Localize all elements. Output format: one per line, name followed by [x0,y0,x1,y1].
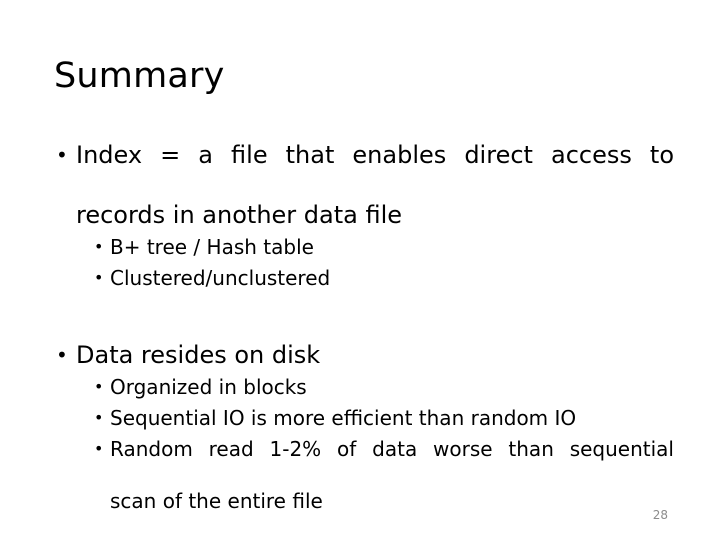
bullet-point-icon: • [94,408,104,427]
bullet-point-icon: • [94,268,104,287]
sub-list-data: • Organized in blocks • Sequential IO is… [54,374,674,514]
page-title: Summary [54,56,225,96]
bullet-level2-random-read-line-2: scan of the entire file [110,489,323,513]
bullet-level1-index-line-2: records in another data file [76,201,403,229]
bullet-point-icon: • [56,343,68,367]
bullet-point-icon: • [94,439,104,458]
bullet-level1-index-text: Index = a file that enables direct acces… [76,140,674,230]
bullet-level2-clustered-text: Clustered/unclustered [110,266,331,290]
slide-body: • Index = a file that enables direct acc… [54,140,674,519]
page-number: 28 [652,508,668,522]
bullet-point-icon: • [94,237,104,256]
bullet-level2-random-read-line-1: Random read 1-2% of data worse than sequ… [110,437,674,461]
bullet-level1-data-text: Data resides on disk [76,341,321,369]
bullet-point-icon: • [56,143,68,167]
bullet-level1-data: • Data resides on disk [54,340,674,370]
sub-list-index: • B+ tree / Hash table • Clustered/unclu… [54,234,674,291]
bullet-level2-organized-text: Organized in blocks [110,375,307,399]
bullet-level2-btree-hash: • B+ tree / Hash table [54,234,674,260]
bullet-point-icon: • [94,377,104,396]
bullet-level2-sequential-io: • Sequential IO is more efficient than r… [54,405,674,431]
bullet-group-data: • Data resides on disk • Organized in bl… [54,340,674,514]
bullet-level2-random-read-text: Random read 1-2% of data worse than sequ… [110,436,674,514]
bullet-level2-sequential-io-text: Sequential IO is more efficient than ran… [110,406,577,430]
bullet-level1-index: • Index = a file that enables direct acc… [54,140,674,230]
bullet-group-index: • Index = a file that enables direct acc… [54,140,674,291]
bullet-level2-clustered: • Clustered/unclustered [54,265,674,291]
bullet-level2-random-read: • Random read 1-2% of data worse than se… [54,436,674,514]
bullet-level1-index-line-1: Index = a file that enables direct acces… [76,141,674,169]
bullet-level2-organized: • Organized in blocks [54,374,674,400]
bullet-level2-btree-hash-text: B+ tree / Hash table [110,235,314,259]
slide: Summary • Index = a file that enables di… [0,0,720,540]
